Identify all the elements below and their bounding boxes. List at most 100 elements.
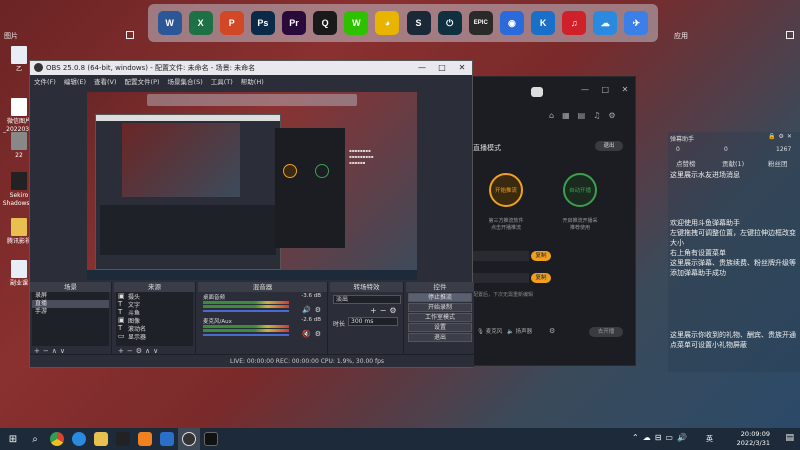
menu-item[interactable]: 文件(F) [34,76,56,86]
feishu-icon[interactable]: ✈ [624,11,649,35]
mail-icon[interactable] [156,428,178,450]
group-toggle-icon[interactable] [786,31,794,39]
exit-button[interactable]: 退出 [408,333,472,342]
speaker-toggle[interactable]: 🔈 扬声器 [507,327,532,335]
gear-icon[interactable]: ⚙ [315,306,321,314]
key-field[interactable] [469,273,529,283]
powerpoint-icon[interactable]: P [219,11,244,35]
qq-icon[interactable]: Q [313,11,338,35]
settings-button[interactable]: 设置 [408,323,472,332]
close-icon[interactable]: ✕ [452,61,472,75]
transitions-dock: 转场特效 淡出 +−⚙ 时长 300 ms [330,282,404,356]
caption-b: 开启推流开播采 推荐使用 [562,218,598,231]
scene-item[interactable]: 录屏 [32,292,109,300]
group-toggle-icon[interactable] [126,31,134,39]
mic-toggle[interactable]: 🎙 麦克风 [477,327,502,335]
scene-item[interactable]: 直播 [32,300,109,308]
windows-start-icon[interactable]: ⊞ [2,428,24,450]
sources-dock: 来源 ▣ 摄头 T 文字 T 斗鱼 ▣ 图像 T 滚动名 ▭ 显示器 +−⚙∧∨ [114,282,196,356]
dock-title: 混音器 [198,282,327,292]
maximize-icon[interactable]: □ [432,61,452,75]
text-icon: T [118,308,123,316]
ime-indicator[interactable]: 英 [706,434,713,444]
go-live-button[interactable]: 去开播 [589,327,623,337]
menu-item[interactable]: 配置文件(P) [125,76,160,86]
muted-speaker-icon[interactable]: 🔇 [302,330,311,338]
epic-games-icon[interactable]: EPIC [468,11,493,35]
k-app-icon[interactable]: K [531,11,556,35]
tab-likes[interactable]: 点赞榜 [676,158,696,168]
track-db: -2.6 dB [301,317,321,323]
nested-taskbar [87,270,417,280]
desktop-group-pictures[interactable]: 图片 [0,28,140,44]
nested-obs [95,114,281,270]
search-icon[interactable]: ⌕ [24,428,46,450]
volume-slider[interactable] [203,334,289,336]
wechat-icon[interactable]: W [344,11,369,35]
studio-mode-button[interactable]: 工作室模式 [408,313,472,322]
stop-streaming-button[interactable]: 停止推流 [408,293,472,302]
start-stream-button[interactable]: 开始推流 [489,173,523,207]
volume-slider[interactable] [203,310,289,312]
chat-controls[interactable]: 🔒⚙✕ [768,133,795,140]
mixer-dock: 混音器 桌面音频 -3.6 dB 🔊 ⚙ 麦克风/Aux -2.6 dB 🔇 ⚙ [198,282,328,356]
chrome-icon[interactable] [46,428,68,450]
gear-icon[interactable]: ⚙ [315,330,321,338]
exit-button[interactable]: 退出 [595,141,623,151]
volume-meter [203,301,289,304]
menu-item[interactable]: 帮助(H) [241,76,264,86]
menu-item[interactable]: 编辑(E) [64,76,86,86]
obs-window: OBS 25.0.8 (64-bit, windows) - 配置文件: 未命名… [29,60,474,368]
preview-dock [147,94,357,106]
menu-item[interactable]: 工具(T) [211,76,233,86]
toolbar-icons[interactable]: ⌂▦▤♫⚙ [549,111,624,120]
dock-title: 来源 [114,282,195,292]
menu-item[interactable]: 场景集合(S) [168,76,203,86]
speaker-icon[interactable]: 🔊 [302,306,311,314]
tray-icons[interactable]: ⌃☁⊟▭🔊 [632,433,691,442]
settings-icon[interactable]: ⚙ [549,327,555,335]
cloud-app-icon[interactable]: ☁ [593,11,618,35]
terminal-icon[interactable] [112,428,134,450]
menu-item[interactable]: 查看(V) [94,76,117,86]
tab-contrib[interactable]: 贡献(1) [722,158,744,168]
cat-game-icon[interactable]: ◕ [375,11,400,35]
word-icon[interactable]: W [157,11,182,35]
minimize-icon[interactable]: — [412,61,432,75]
store-icon[interactable] [134,428,156,450]
tab-fans[interactable]: 粉丝团 [768,158,788,168]
premiere-icon[interactable]: Pr [282,11,307,35]
mixer-track: 麦克风/Aux -2.6 dB 🔇 ⚙ [200,316,325,340]
obs-titlebar[interactable]: OBS 25.0.8 (64-bit, windows) - 配置文件: 未命名… [30,61,472,75]
douyu-logo-icon [531,87,543,97]
app-taskbar-icon[interactable] [200,428,222,450]
transition-toolbar[interactable]: +−⚙ [370,306,400,315]
excel-icon[interactable]: X [188,11,213,35]
preview-canvas[interactable]: ▪▪▪▪▪▪▪▪ ▪▪▪▪▪▪▪▪▪ ▪▪▪▪▪▪ [87,92,417,280]
copy-server-button[interactable]: 复制 [531,251,551,261]
edge-icon[interactable] [68,428,90,450]
file-explorer-icon[interactable] [90,428,112,450]
copy-key-button[interactable]: 复制 [531,273,551,283]
transition-select[interactable]: 淡出 [333,295,401,304]
power-app-icon[interactable]: ⏻ [437,11,462,35]
duration-input[interactable]: 300 ms [348,317,398,326]
scenes-dock: 场景 录屏 直播 手游 +−∧∨ [30,282,112,356]
steam-icon[interactable]: S [406,11,431,35]
camera-app-icon[interactable]: ◉ [499,11,524,35]
nested-chat: ▪▪▪▪▪▪▪▪ ▪▪▪▪▪▪▪▪▪ ▪▪▪▪▪▪ [349,148,374,165]
window-controls[interactable]: — □ ✕ [581,85,633,94]
desktop-group-apps[interactable]: 应用 [670,28,800,44]
auto-live-button[interactable]: 自动开播 [563,173,597,207]
scene-item[interactable]: 手游 [32,308,109,316]
netease-music-icon[interactable]: ♫ [562,11,587,35]
status-bar: LIVE: 00:00:00 REC: 00:00:00 CPU: 1.9%, … [30,354,474,367]
obs-taskbar-icon[interactable] [178,428,200,450]
photoshop-icon[interactable]: Ps [250,11,275,35]
source-item[interactable]: ▭ 显示器 [116,332,193,341]
notification-icon[interactable]: ▤ [785,433,794,443]
start-recording-button[interactable]: 开始录制 [408,303,472,312]
clock[interactable]: 20:09:09 2022/3/31 [737,430,770,448]
server-field[interactable] [469,251,529,261]
game-icon [11,172,27,190]
